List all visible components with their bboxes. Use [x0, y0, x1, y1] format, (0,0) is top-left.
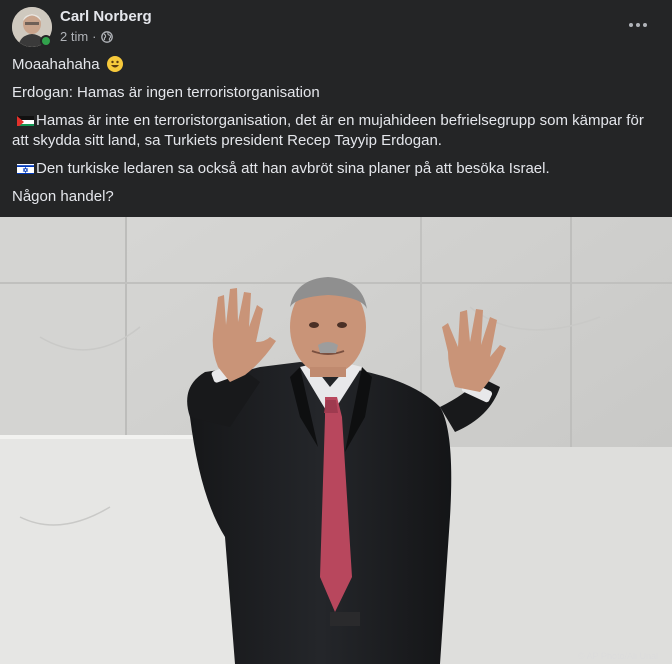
online-status-indicator	[40, 35, 52, 47]
meta-separator: ·	[92, 29, 97, 44]
facebook-post: Carl Norberg 2 tim · Moaahahaha Erdogan:…	[0, 0, 672, 664]
post-paragraph-1: Moaahahaha	[12, 55, 660, 75]
post-meta: 2 tim ·	[60, 29, 113, 44]
paragraph-text: Erdogan: Hamas är ingen terroristorganis…	[12, 84, 320, 101]
photo-image	[0, 217, 672, 664]
paragraph-text: Hamas är inte en terroristorganisation, …	[12, 112, 644, 149]
paragraph-text: Någon handel?	[12, 188, 114, 205]
grinning-face-emoji	[106, 56, 123, 72]
post-paragraph-4: Den turkiske ledaren sa också att han av…	[12, 159, 660, 179]
more-options-button[interactable]	[624, 11, 652, 39]
more-options-icon	[629, 23, 633, 27]
post-paragraph-2: Erdogan: Hamas är ingen terroristorganis…	[12, 83, 660, 103]
photo-credit: © AP Photo/Ali Unal	[577, 651, 658, 661]
post-paragraph-5: Någon handel?	[12, 187, 660, 207]
more-options-dot	[643, 23, 647, 27]
post-header: Carl Norberg 2 tim ·	[12, 7, 660, 49]
post-author-name[interactable]: Carl Norberg	[60, 8, 152, 25]
flag-graphic	[17, 116, 34, 126]
more-options-dot	[636, 23, 640, 27]
paragraph-text: Moaahahaha	[12, 56, 100, 73]
paragraph-text: Den turkiske ledaren sa också att han av…	[36, 160, 550, 177]
post-body: Moaahahaha Erdogan: Hamas är ingen terro…	[12, 55, 660, 215]
globe-icon[interactable]	[100, 30, 113, 43]
israel-flag-icon	[17, 162, 34, 174]
post-photo[interactable]: © AP Photo/Ali Unal	[0, 217, 672, 664]
post-paragraph-3: Hamas är inte en terroristorganisation, …	[12, 111, 660, 151]
emoji-face	[110, 60, 119, 68]
palestine-flag-icon	[17, 114, 34, 126]
post-timestamp[interactable]: 2 tim	[60, 29, 88, 44]
flag-graphic	[17, 164, 34, 174]
